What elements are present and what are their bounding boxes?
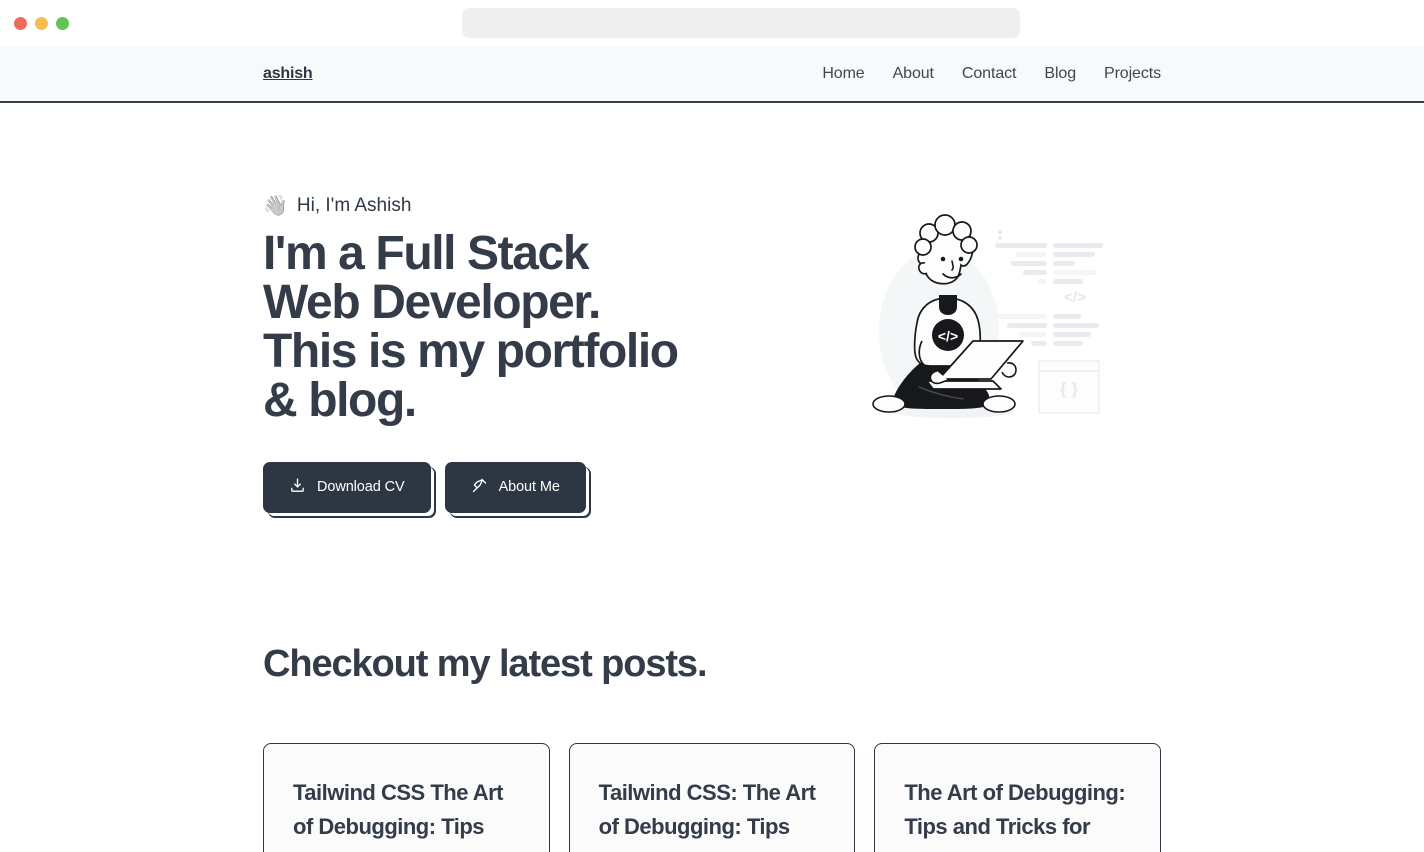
code-tag-glyph: </> [1064,289,1086,306]
hero-greeting-label: Hi, I'm Ashish [296,194,412,216]
hero-illustration-column: </> { } </> [823,193,1161,436]
post-card-title: The Art of Debugging: Tips and Tricks fo… [904,779,1126,839]
post-card[interactable]: Tailwind CSS The Art of Debugging: Tips … [263,742,550,852]
download-cv-label: Download CV [317,479,405,496]
about-me-button[interactable]: About Me [444,461,586,513]
site-logo[interactable]: ashish [263,65,313,83]
hero-title: I'm a Full Stack Web Developer. This is … [263,227,679,427]
waving-hand-emoji: 👋 [263,195,288,217]
post-card[interactable]: Tailwind CSS: The Art of Debugging: Tips… [568,742,856,852]
svg-text:</>: </> [938,328,958,344]
post-card-title: Tailwind CSS The Art of Debugging: Tips … [293,779,504,852]
window-controls [0,16,69,30]
close-window-button[interactable] [14,16,27,30]
url-bar[interactable] [462,8,1020,38]
site-header: ashish Home About Contact Blog Projects [0,46,1424,103]
about-me-label: About Me [498,479,560,496]
hero-cta-row: Download CV About Me [263,461,823,513]
developer-coding-illustration: </> { } </> [872,214,1103,418]
minimize-window-button[interactable] [35,16,48,30]
hero-section: 👋 Hi, I'm Ashish I'm a Full Stack Web De… [263,103,1161,513]
maximize-window-button[interactable] [56,16,69,30]
braces-window: { } [1038,360,1100,414]
latest-posts-heading: Checkout my latest posts. [263,642,708,685]
post-card[interactable]: The Art of Debugging: Tips and Tricks fo… [874,742,1161,852]
nav-item-about[interactable]: About [893,65,934,83]
nav-item-home[interactable]: Home [822,65,864,83]
nav-item-contact[interactable]: Contact [962,65,1017,83]
download-icon [289,477,306,498]
download-cv-button[interactable]: Download CV [263,461,431,513]
nav-item-blog[interactable]: Blog [1044,65,1076,83]
browser-chrome [0,0,1424,46]
latest-posts-section: Checkout my latest posts. Tailwind CSS T… [263,513,1161,852]
hero-text-column: 👋 Hi, I'm Ashish I'm a Full Stack Web De… [263,193,823,513]
main-navigation: Home About Contact Blog Projects [822,65,1161,83]
url-input[interactable] [462,8,1020,38]
posts-grid: Tailwind CSS The Art of Debugging: Tips … [263,742,1161,852]
nav-item-projects[interactable]: Projects [1104,65,1161,83]
page-content: 👋 Hi, I'm Ashish I'm a Full Stack Web De… [0,103,1424,852]
post-card-title: Tailwind CSS: The Art of Debugging: Tips… [598,779,816,852]
svg-text:{ }: { } [1060,379,1078,398]
pushpin-icon [471,477,488,498]
hero-greeting: 👋 Hi, I'm Ashish [263,193,823,218]
